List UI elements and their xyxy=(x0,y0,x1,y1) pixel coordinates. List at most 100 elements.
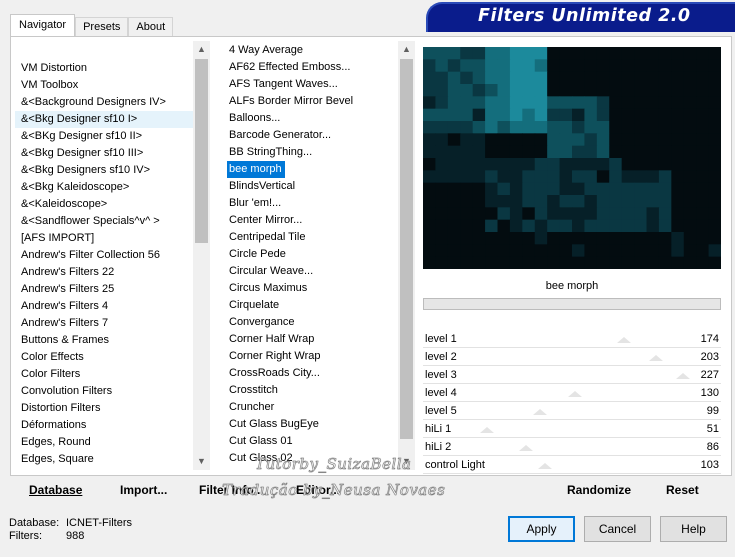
filter-item[interactable]: BB StringThing... xyxy=(223,144,414,161)
category-item[interactable]: Andrew's Filters 7 xyxy=(15,315,209,332)
scroll-down-icon[interactable]: ▼ xyxy=(193,453,210,470)
category-item[interactable]: Edges, Square xyxy=(15,451,209,468)
category-item[interactable]: &<BKg Designer sf10 II> xyxy=(15,128,209,145)
category-item[interactable]: Color Effects xyxy=(15,349,209,366)
filter-item[interactable]: 4 Way Average xyxy=(223,42,414,59)
category-item[interactable]: &<Bkg Designer sf10 III> xyxy=(15,145,209,162)
category-item[interactable]: Color Filters xyxy=(15,366,209,383)
category-item[interactable]: &<Sandflower Specials^v^ > xyxy=(15,213,209,230)
filter-item[interactable]: Circular Weave... xyxy=(223,263,414,280)
filter-item[interactable]: Cruncher xyxy=(223,399,414,416)
slider-row[interactable]: level 4 130 xyxy=(423,384,721,402)
slider-thumb[interactable] xyxy=(616,337,631,343)
filter-item[interactable]: Balloons... xyxy=(223,110,414,127)
scroll-thumb[interactable] xyxy=(195,59,208,243)
slider-thumb[interactable] xyxy=(567,391,582,397)
slider-thumb[interactable] xyxy=(518,445,533,451)
filter-item[interactable]: Circus Maximus xyxy=(223,280,414,297)
category-item[interactable]: Buttons & Frames xyxy=(15,332,209,349)
filter-list[interactable]: 4 Way Average AF62 Effected Emboss... AFS … xyxy=(223,41,414,470)
filter-item[interactable]: Blur 'em!... xyxy=(223,195,414,212)
filter-item[interactable]: Crosstitch xyxy=(223,382,414,399)
tab-navigator[interactable]: Navigator xyxy=(10,14,76,38)
slider-thumb[interactable] xyxy=(533,409,548,415)
slider-value: 227 xyxy=(700,369,719,381)
watermark-line-2: Tradução by_Neusa Novaes xyxy=(222,481,446,500)
category-item[interactable]: Andrew's Filters 22 xyxy=(15,264,209,281)
category-item[interactable]: Andrew's Filters 4 xyxy=(15,298,209,315)
tab-presets[interactable]: Presets xyxy=(75,17,129,38)
preview-image xyxy=(423,47,721,269)
category-item[interactable]: &<Background Designers IV> xyxy=(15,94,209,111)
slider-row[interactable]: level 1 174 xyxy=(423,330,721,348)
slider-row[interactable]: hiLi 1 51 xyxy=(423,420,721,438)
slider-row[interactable]: level 5 99 xyxy=(423,402,721,420)
slider-value: 203 xyxy=(700,351,719,363)
slider-value: 174 xyxy=(700,333,719,345)
filter-item[interactable]: Cut Glass BugEye xyxy=(223,416,414,433)
scroll-up-icon[interactable]: ▲ xyxy=(398,41,415,58)
filter-item[interactable]: Center Mirror... xyxy=(223,212,414,229)
filter-item[interactable]: Corner Half Wrap xyxy=(223,331,414,348)
slider-row[interactable]: hiLi 2 86 xyxy=(423,438,721,456)
slider-row[interactable]: level 2 203 xyxy=(423,348,721,366)
reset-button[interactable]: Reset xyxy=(666,483,699,497)
category-item[interactable]: Edges, Round xyxy=(15,434,209,451)
scroll-up-icon[interactable]: ▲ xyxy=(193,41,210,58)
slider-thumb[interactable] xyxy=(479,427,494,433)
filter-item[interactable]: Centripedal Tile xyxy=(223,229,414,246)
watermark-line-1: Tutorby_SuizaBella xyxy=(255,455,412,474)
database-info: Database: ICNET-Filters xyxy=(9,517,132,529)
app-title: Filters Unlimited 2.0 xyxy=(478,6,691,26)
slider-value: 51 xyxy=(706,423,719,435)
selected-filter-name: bee morph xyxy=(423,276,721,296)
randomize-button[interactable]: Randomize xyxy=(567,483,631,497)
category-list[interactable]: VM Distortion VM Toolbox &<Background Desi… xyxy=(15,41,209,470)
category-item[interactable]: VM Distortion xyxy=(15,60,209,77)
filter-item[interactable]: Cut Glass 01 xyxy=(223,433,414,450)
database-button[interactable]: Database xyxy=(29,483,82,497)
category-item[interactable]: &<Bkg Kaleidoscope> xyxy=(15,179,209,196)
filter-scrollbar[interactable]: ▲ ▼ xyxy=(398,41,415,470)
filter-item[interactable]: AF62 Effected Emboss... xyxy=(223,59,414,76)
apply-button[interactable]: Apply xyxy=(508,516,575,542)
filter-item[interactable]: Barcode Generator... xyxy=(223,127,414,144)
database-label: Database xyxy=(29,483,83,497)
slider-label: level 4 xyxy=(425,387,457,399)
filter-item[interactable]: Corner Right Wrap xyxy=(223,348,414,365)
category-item[interactable]: Distortion Filters xyxy=(15,400,209,417)
category-item[interactable]: [AFS IMPORT] xyxy=(15,230,209,247)
scroll-thumb[interactable] xyxy=(400,59,413,439)
progress-bar xyxy=(423,298,721,310)
category-item[interactable]: Convolution Filters xyxy=(15,383,209,400)
filter-item[interactable]: AFS Tangent Waves... xyxy=(223,76,414,93)
category-item[interactable]: Andrew's Filters 25 xyxy=(15,281,209,298)
category-scrollbar[interactable]: ▲ ▼ xyxy=(193,41,210,470)
category-item[interactable]: &<Bkg Designers sf10 IV> xyxy=(15,162,209,179)
category-item[interactable]: Déformations xyxy=(15,417,209,434)
slider-thumb[interactable] xyxy=(649,355,664,361)
import-button[interactable]: Import... xyxy=(120,483,167,497)
tab-about[interactable]: About xyxy=(128,17,174,38)
slider-row[interactable]: level 3 227 xyxy=(423,366,721,384)
filter-item[interactable]: Cirquelate xyxy=(223,297,414,314)
category-item[interactable]: FFG??? xyxy=(15,468,209,470)
database-label: Database: xyxy=(9,517,60,529)
category-item[interactable]: Andrew's Filter Collection 56 xyxy=(15,247,209,264)
slider-thumb[interactable] xyxy=(537,463,552,469)
filter-item[interactable]: CrossRoads City... xyxy=(223,365,414,382)
category-item[interactable]: VM Toolbox xyxy=(15,77,209,94)
parameter-sliders: level 1 174 level 2 203 level 3 227 level 4 130… xyxy=(423,330,721,474)
filter-item[interactable]: bee morph xyxy=(227,161,285,178)
slider-row[interactable]: control Light 103 xyxy=(423,456,721,474)
help-button[interactable]: Help xyxy=(660,516,727,542)
category-item[interactable]: &<Bkg Designer sf10 I> xyxy=(15,111,209,128)
filter-item[interactable]: Circle Pede xyxy=(223,246,414,263)
filter-item[interactable]: Convergance xyxy=(223,314,414,331)
filter-item[interactable]: BlindsVertical xyxy=(223,178,414,195)
category-item[interactable]: &<Kaleidoscope> xyxy=(15,196,209,213)
slider-thumb[interactable] xyxy=(675,373,690,379)
filters-count-value: 988 xyxy=(66,530,85,542)
cancel-button[interactable]: Cancel xyxy=(584,516,651,542)
filter-item[interactable]: ALFs Border Mirror Bevel xyxy=(223,93,414,110)
